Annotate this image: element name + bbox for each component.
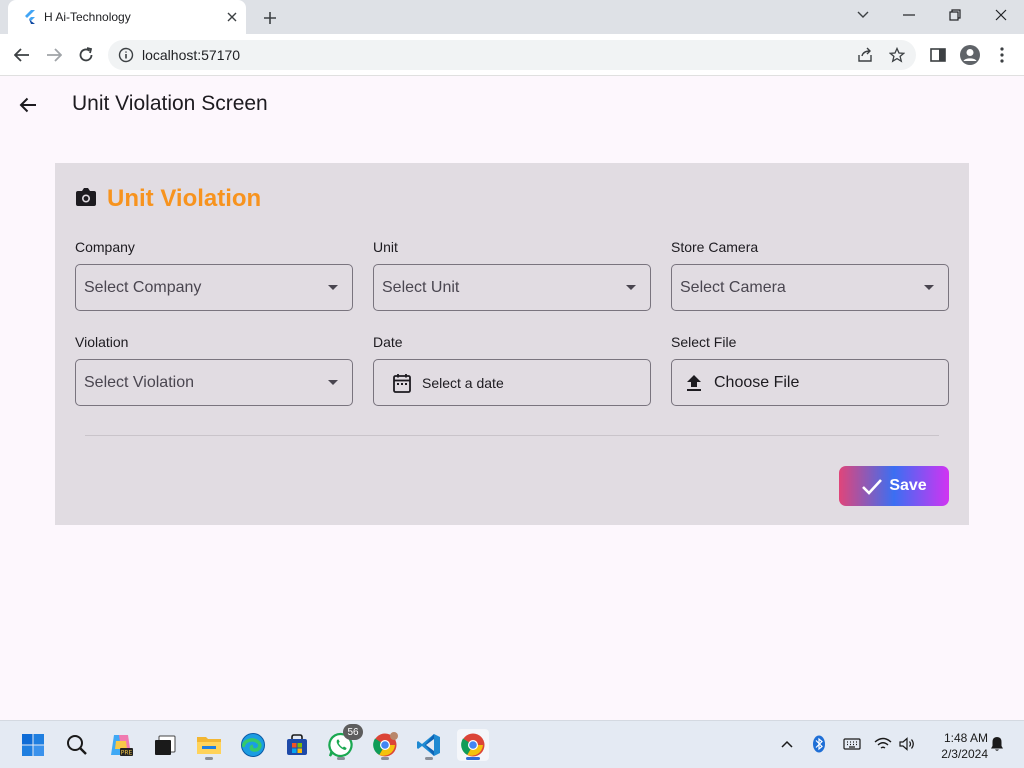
select-date-text: Select a date [422,374,504,391]
copilot-icon[interactable]: PRE [105,729,137,761]
profile-avatar-icon[interactable] [958,43,982,67]
address-bar[interactable]: localhost:57170 [108,40,916,70]
camera-icon [75,187,97,212]
browser-menu-icon[interactable] [990,43,1014,67]
check-icon [862,479,883,495]
camera-placeholder: Select Camera [680,278,786,296]
app-indicator [466,757,480,760]
back-arrow-icon[interactable] [14,91,42,119]
reload-icon[interactable] [74,43,98,67]
upload-icon [684,373,704,393]
calendar-icon [392,373,412,393]
whatsapp-badge: 56 [343,724,363,740]
close-window-icon[interactable] [978,0,1024,30]
volume-icon[interactable] [896,733,918,755]
clock-time: 1:48 AM [943,731,988,745]
company-label: Company [75,239,135,255]
dropdown-arrow-icon [328,380,338,385]
share-icon[interactable] [856,46,874,64]
restore-icon[interactable] [932,0,978,30]
url-text: localhost:57170 [142,47,241,63]
violation-placeholder: Select Violation [84,373,194,391]
dropdown-arrow-icon [626,285,636,290]
tray-overflow-icon[interactable] [776,733,798,755]
minimize-icon[interactable] [886,0,932,30]
search-icon[interactable] [61,729,93,761]
choose-file-button[interactable]: Choose File [671,359,949,406]
side-panel-icon[interactable] [926,43,950,67]
new-tab-icon[interactable] [258,6,282,30]
bluetooth-icon[interactable] [808,733,830,755]
system-clock[interactable]: 1:48 AM 2/3/2024 [926,730,988,762]
camera-dropdown[interactable]: Select Camera [671,264,949,311]
camera-label: Store Camera [671,239,759,255]
edge-icon[interactable] [237,729,269,761]
page-title: Unit Violation Screen [72,92,268,115]
browser-toolbar: localhost:57170 [0,34,1024,76]
notification-bell-icon[interactable] [986,733,1008,755]
unit-label: Unit [373,239,398,255]
save-button[interactable]: Save [839,466,949,506]
tab-close-icon[interactable] [224,9,240,25]
browser-tab-strip: H Ai-Technology [0,0,1024,34]
file-label: Select File [671,334,737,350]
app-bar: Unit Violation Screen [0,77,1024,133]
dropdown-arrow-icon [328,285,338,290]
app-indicator [381,757,389,760]
site-info-icon[interactable] [118,47,134,63]
task-view-icon[interactable] [149,729,181,761]
unit-dropdown[interactable]: Select Unit [373,264,651,311]
vscode-icon[interactable] [413,729,445,761]
keyboard-icon[interactable] [841,733,863,755]
browser-tab[interactable]: H Ai-Technology [8,0,246,34]
dropdown-arrow-icon [924,285,934,290]
violation-label: Violation [75,334,129,350]
tab-title: H Ai-Technology [44,10,131,24]
card-title: Unit Violation [107,185,262,212]
back-nav-icon[interactable] [10,43,34,67]
chrome-icon[interactable] [369,729,401,761]
unit-placeholder: Select Unit [382,278,460,296]
clock-date: 2/3/2024 [941,747,988,761]
app-indicator [205,757,213,760]
save-label: Save [889,477,927,494]
card-header: Unit Violation [75,185,261,213]
wifi-icon[interactable] [872,733,894,755]
divider [85,435,939,436]
svg-text:PRE: PRE [121,750,133,757]
taskbar: PRE 56 1:48 AM 2/3/2024 [0,720,1024,768]
tab-search-icon[interactable] [840,0,886,30]
flutter-icon [22,9,38,25]
company-dropdown[interactable]: Select Company [75,264,353,311]
start-icon[interactable] [17,729,49,761]
app-indicator [337,757,345,760]
unit-violation-card: Unit Violation Company Select Company Un… [55,163,969,525]
bookmark-star-icon[interactable] [888,46,906,64]
file-explorer-icon[interactable] [193,729,225,761]
app-indicator [425,757,433,760]
date-label: Date [373,334,403,350]
forward-nav-icon[interactable] [42,43,66,67]
company-placeholder: Select Company [84,278,202,296]
select-date-button[interactable]: Select a date [373,359,651,406]
store-icon[interactable] [281,729,313,761]
chrome-active-icon[interactable] [457,729,489,761]
choose-file-text: Choose File [714,373,800,391]
violation-dropdown[interactable]: Select Violation [75,359,353,406]
whatsapp-icon[interactable]: 56 [325,724,363,761]
